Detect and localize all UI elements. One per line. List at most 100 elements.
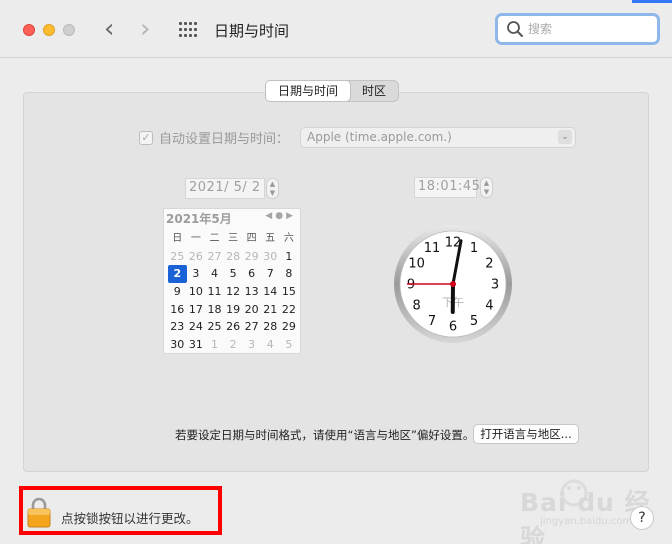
clock-number: 4: [485, 299, 493, 314]
calendar-day[interactable]: 27: [242, 318, 261, 336]
close-button[interactable]: [23, 24, 35, 36]
calendar-day[interactable]: 6: [242, 265, 261, 283]
calendar-day[interactable]: 10: [187, 283, 206, 301]
calendar-grid: 日一二三四五六 25 26 27 28 29 30 1 2 3 4 5 6 7 8 9 10 11 12 13 14 15…: [168, 230, 298, 354]
minimize-button[interactable]: [43, 24, 55, 36]
calendar-day[interactable]: 3: [187, 265, 206, 283]
calendar-day[interactable]: 28: [224, 248, 243, 266]
calendar-day[interactable]: 16: [168, 301, 187, 319]
calendar-weekday: 日: [172, 233, 183, 244]
open-language-region-button[interactable]: 打开语言与地区...: [473, 424, 579, 444]
time-server-value: Apple (time.apple.com.): [307, 130, 452, 144]
calendar-day[interactable]: 12: [224, 283, 243, 301]
calendar-day[interactable]: 23: [168, 318, 187, 336]
date-stepper[interactable]: ▲ ▼: [266, 178, 279, 199]
clock-number: 1: [470, 241, 478, 256]
clock-number: 3: [491, 278, 499, 293]
tab-time-zone[interactable]: 时区: [350, 81, 398, 101]
help-icon[interactable]: ?: [630, 506, 654, 530]
calendar-day[interactable]: 11: [205, 283, 224, 301]
zoom-button[interactable]: [63, 24, 75, 36]
calendar-weekday: 三: [228, 233, 239, 244]
calendar-day[interactable]: 24: [187, 318, 206, 336]
calendar-month-label: 2021年5月: [166, 212, 232, 226]
calendar-day[interactable]: 30: [261, 248, 280, 266]
calendar-day[interactable]: 25: [168, 248, 187, 266]
time-value: 18:01:45: [418, 179, 481, 194]
calendar-day[interactable]: 22: [280, 301, 299, 319]
calendar-day[interactable]: 4: [205, 265, 224, 283]
toolbar: ‹ › 日期与时间: [0, 0, 672, 58]
chevron-down-icon: ⌄: [558, 130, 572, 144]
search-field[interactable]: [495, 13, 660, 45]
settings-panel: [23, 92, 649, 472]
auto-set-label: 自动设置日期与时间：: [159, 132, 290, 147]
forward-icon[interactable]: ›: [140, 14, 150, 44]
calendar-day[interactable]: 19: [224, 301, 243, 319]
calendar-day[interactable]: 8: [280, 265, 299, 283]
watermark-url: jingyan.baidu.com: [540, 516, 633, 527]
calendar-day[interactable]: 13: [242, 283, 261, 301]
calendar-day[interactable]: 7: [261, 265, 280, 283]
calendar-day[interactable]: 14: [261, 283, 280, 301]
calendar-day[interactable]: 3: [242, 336, 261, 354]
time-field[interactable]: 18:01:45: [414, 177, 481, 198]
auto-set-row: ✓ 自动设置日期与时间：: [139, 128, 289, 147]
calendar-day[interactable]: 25: [205, 318, 224, 336]
calendar-nav[interactable]: ◀●▶: [265, 211, 296, 221]
analog-clock: 121234567891011 下午: [394, 225, 512, 343]
clock-number: 6: [449, 320, 457, 335]
calendar-day[interactable]: 2: [168, 265, 187, 284]
calendar-day[interactable]: 1: [205, 336, 224, 354]
clock-number: 2: [485, 257, 493, 272]
search-icon: [507, 21, 523, 37]
tab-bar: 日期与时间 时区: [265, 80, 400, 102]
clock-number: 8: [412, 299, 420, 314]
calendar-day[interactable]: 30: [168, 336, 187, 354]
calendar-day[interactable]: 1: [280, 248, 299, 266]
clock-number: 5: [470, 314, 478, 329]
calendar-day[interactable]: 18: [205, 301, 224, 319]
calendar-day[interactable]: 21: [261, 301, 280, 319]
date-value: 2021/ 5/ 2: [189, 180, 261, 195]
calendar-day[interactable]: 5: [224, 265, 243, 283]
calendar-day[interactable]: 5: [280, 336, 299, 354]
time-server-select[interactable]: Apple (time.apple.com.) ⌄: [300, 127, 576, 148]
chevron-updown-icon: ▲ ▼: [269, 180, 276, 197]
tab-date-time[interactable]: 日期与时间: [265, 80, 352, 102]
calendar-day[interactable]: 27: [205, 248, 224, 266]
calendar-day[interactable]: 2: [224, 336, 243, 354]
chevron-updown-icon: ▲ ▼: [483, 179, 490, 196]
calendar-weekday: 一: [190, 233, 201, 244]
checkmark-icon[interactable]: ✓: [139, 130, 153, 145]
calendar-day[interactable]: 15: [280, 283, 299, 301]
time-stepper[interactable]: ▲ ▼: [480, 177, 493, 198]
calendar-weekday: 二: [209, 233, 220, 244]
calendar-day[interactable]: 29: [242, 248, 261, 266]
calendar-day[interactable]: 26: [187, 248, 206, 266]
search-input[interactable]: [528, 20, 648, 38]
clock-number: 7: [428, 314, 436, 329]
clock-center: [450, 281, 456, 287]
calendar-weekday: 六: [283, 233, 294, 244]
clock-number: 9: [407, 278, 415, 293]
date-field[interactable]: 2021/ 5/ 2: [185, 178, 265, 199]
window-edge: [632, 0, 672, 3]
clock-number: 11: [424, 241, 441, 256]
calendar-day[interactable]: 4: [261, 336, 280, 354]
calendar: 2021年5月 ◀●▶ 日一二三四五六 25 26 27 28 29 30 1 2 3 4 5 6 7 8 9…: [163, 208, 301, 354]
clock-number: 10: [408, 257, 425, 272]
calendar-day[interactable]: 20: [242, 301, 261, 319]
calendar-day[interactable]: 17: [187, 301, 206, 319]
calendar-day[interactable]: 31: [187, 336, 206, 354]
calendar-day[interactable]: 9: [168, 283, 187, 301]
calendar-day[interactable]: 29: [280, 318, 299, 336]
format-hint: 若要设定日期与时间格式，请使用“语言与地区”偏好设置。: [175, 428, 475, 442]
calendar-day[interactable]: 26: [224, 318, 243, 336]
calendar-weekday: 五: [265, 233, 276, 244]
grid-icon[interactable]: [179, 22, 197, 38]
calendar-weekday: 四: [246, 233, 257, 244]
back-icon[interactable]: ‹: [104, 14, 114, 44]
lock-icon[interactable]: [27, 496, 51, 528]
calendar-day[interactable]: 28: [261, 318, 280, 336]
